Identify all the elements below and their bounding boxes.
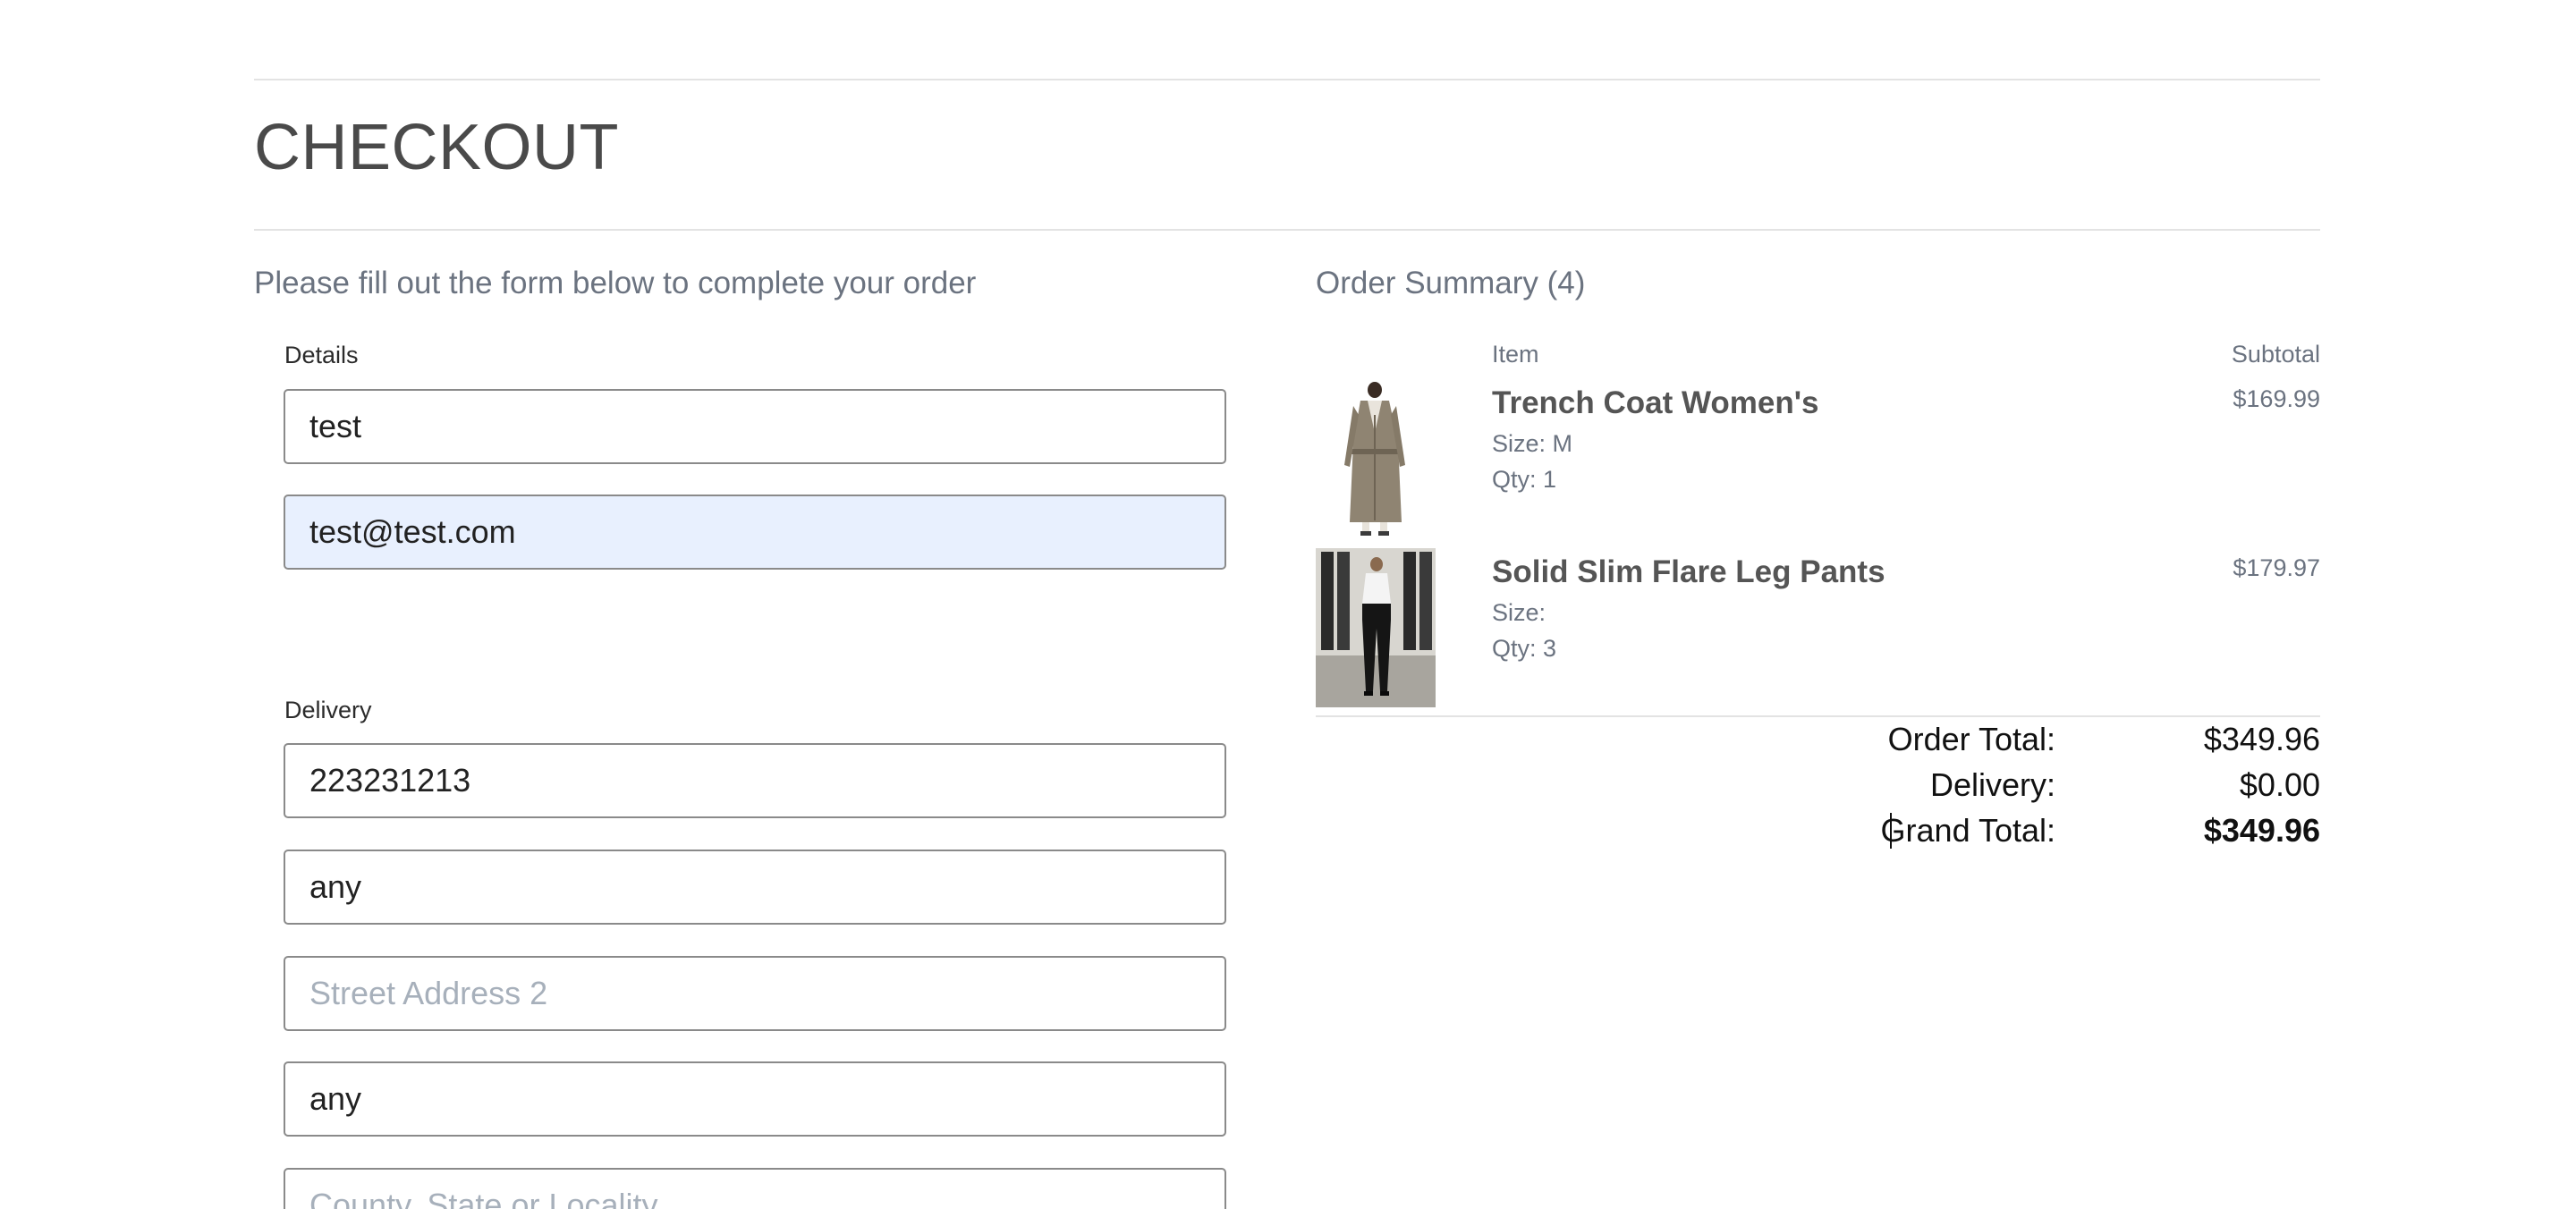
street-address-1-field[interactable] xyxy=(284,850,1226,925)
trench-coat-photo xyxy=(1316,379,1436,538)
email-field[interactable] xyxy=(284,495,1226,570)
phone-field[interactable] xyxy=(284,743,1226,818)
top-divider xyxy=(254,79,2320,80)
details-section-label: Details xyxy=(284,342,359,368)
delivery-section-label: Delivery xyxy=(284,697,372,723)
item-qty: Qty: 3 xyxy=(1492,635,1557,662)
form-intro: Please fill out the form below to comple… xyxy=(254,266,977,300)
grand-total-label: Grand Total: xyxy=(1880,812,2055,849)
flare-pants-photo xyxy=(1316,548,1436,707)
name-field[interactable] xyxy=(284,389,1226,464)
city-field[interactable] xyxy=(284,1061,1226,1137)
delivery-cost-value: $0.00 xyxy=(2239,766,2320,803)
item-qty: Qty: 1 xyxy=(1492,466,1557,493)
item-size: Size: xyxy=(1492,599,1546,626)
item-column-header: Item xyxy=(1492,341,1539,368)
delivery-cost-label: Delivery: xyxy=(1929,766,2055,803)
header-divider xyxy=(254,229,2320,231)
checkout-page: CHECKOUT Please fill out the form below … xyxy=(0,0,2576,1209)
item-subtotal: $169.99 xyxy=(2233,385,2320,412)
item-size: Size: M xyxy=(1492,430,1573,457)
county-field[interactable] xyxy=(284,1168,1226,1209)
subtotal-column-header: Subtotal xyxy=(2231,341,2320,368)
grand-total-value: $349.96 xyxy=(2203,812,2320,849)
item-name[interactable]: Solid Slim Flare Leg Pants xyxy=(1492,552,1885,593)
order-total-value: $349.96 xyxy=(2203,721,2320,757)
trench-coat-image[interactable] xyxy=(1316,379,1436,538)
summary-divider xyxy=(1316,715,2320,717)
street-address-2-field[interactable] xyxy=(284,956,1226,1031)
text-cursor xyxy=(1890,813,1892,849)
order-total-label: Order Total: xyxy=(1887,721,2055,757)
page-title: CHECKOUT xyxy=(254,112,620,183)
order-summary-title: Order Summary (4) xyxy=(1316,266,1586,300)
item-name[interactable]: Trench Coat Women's xyxy=(1492,383,1819,424)
item-subtotal: $179.97 xyxy=(2233,554,2320,581)
flare-pants-image[interactable] xyxy=(1316,548,1436,707)
